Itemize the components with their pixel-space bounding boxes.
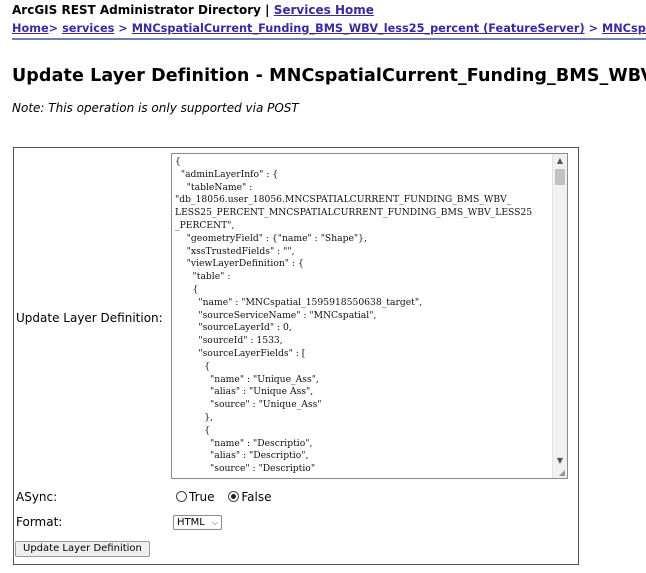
update-layer-definition-label: Update Layer Definition:: [16, 311, 163, 325]
breadcrumb-feature-server[interactable]: MNCspatialCurrent_Funding_BMS_WBV_less25…: [132, 22, 585, 35]
async-radio-group: True False: [176, 490, 281, 504]
post-only-note: Note: This operation is only supported v…: [12, 101, 299, 115]
format-selected-value[interactable]: HTML: [177, 517, 205, 528]
header-separator: |: [260, 3, 274, 17]
chevron-down-icon[interactable]: ⌵: [212, 516, 218, 529]
async-false-radio[interactable]: [228, 491, 240, 502]
layer-definition-json[interactable]: { "adminLayerInfo" : { "tableName" : "db…: [172, 154, 553, 476]
breadcrumb-services[interactable]: services: [62, 22, 114, 35]
scroll-up-arrow-icon[interactable]: ▲: [553, 154, 567, 168]
breadcrumb-separator: >: [48, 22, 59, 35]
breadcrumb-layer[interactable]: MNCspatial: [602, 22, 646, 35]
async-label: ASync:: [16, 490, 58, 504]
resize-grip-icon[interactable]: ◢: [559, 468, 565, 477]
scroll-down-arrow-icon[interactable]: ▼: [553, 454, 567, 468]
async-true-radio[interactable]: [176, 491, 187, 502]
layer-definition-textarea[interactable]: { "adminLayerInfo" : { "tableName" : "db…: [171, 153, 568, 479]
breadcrumb: Home> services > MNCspatialCurrent_Fundi…: [12, 22, 646, 40]
async-false-label[interactable]: False: [241, 490, 271, 504]
format-label: Format:: [16, 515, 63, 529]
update-layer-definition-button[interactable]: Update Layer Definition: [15, 541, 150, 557]
async-true-label[interactable]: True: [189, 490, 215, 504]
scrollbar-thumb[interactable]: [555, 169, 565, 185]
page-title: Update Layer Definition - MNCspatialCurr…: [12, 66, 646, 86]
textarea-scrollbar[interactable]: ▲ ▼: [552, 154, 567, 478]
breadcrumb-separator: >: [118, 22, 128, 35]
format-select[interactable]: HTML ⌵: [173, 515, 222, 530]
top-header: ArcGIS REST Administrator Directory | Se…: [12, 3, 646, 19]
breadcrumb-separator: >: [588, 22, 599, 35]
async-true-option[interactable]: True: [176, 490, 215, 504]
services-home-link[interactable]: Services Home: [274, 3, 374, 17]
async-false-option[interactable]: False: [228, 490, 271, 504]
breadcrumb-home[interactable]: Home: [12, 22, 49, 35]
directory-title: ArcGIS REST Administrator Directory: [12, 3, 261, 17]
